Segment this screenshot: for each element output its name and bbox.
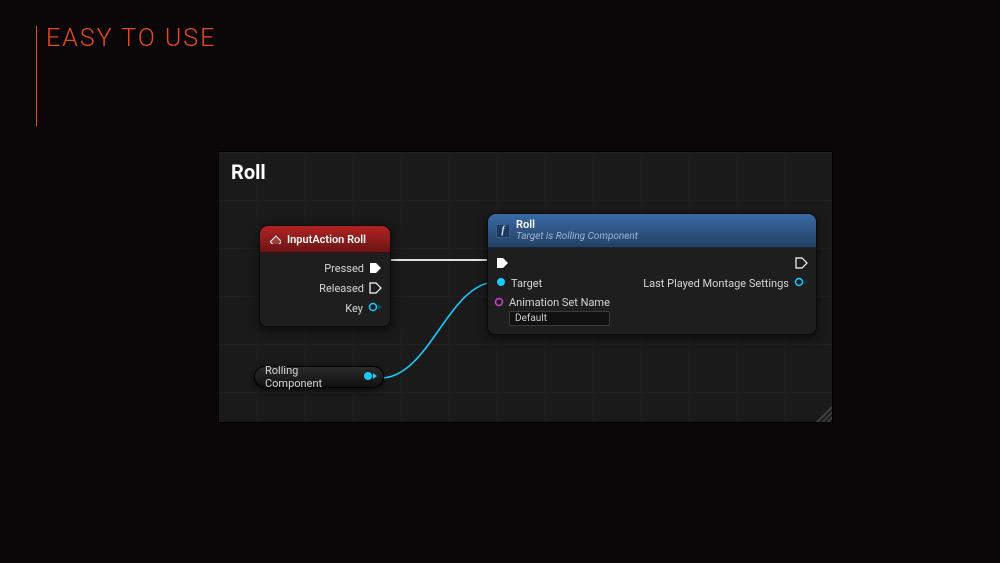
variable-label: Rolling Component xyxy=(265,364,357,390)
pin-last-played[interactable]: Last Played Montage Settings xyxy=(628,273,808,293)
pin-label: Target xyxy=(511,277,542,290)
pin-label: Last Played Montage Settings xyxy=(643,277,789,290)
pin-target[interactable]: Target xyxy=(496,273,628,293)
exec-out-icon xyxy=(369,282,382,294)
object-in-icon xyxy=(496,277,506,290)
function-icon: f xyxy=(496,224,510,238)
node-title: InputAction Roll xyxy=(287,233,366,246)
graph-title: Roll xyxy=(231,160,266,184)
node-header[interactable]: f Roll Target is Rolling Component xyxy=(488,214,816,248)
blueprint-graph-viewport[interactable]: Roll InputAction Roll Pressed Releas xyxy=(218,151,833,423)
pin-exec-out[interactable] xyxy=(628,253,808,273)
slide-title: EASY TO USE xyxy=(46,24,216,53)
pin-label: Animation Set Name xyxy=(509,296,610,309)
object-out-icon xyxy=(363,371,377,384)
pin-label: Pressed xyxy=(324,262,364,275)
pin-label: Released xyxy=(319,282,364,295)
data-out-icon xyxy=(368,302,382,315)
name-in-icon xyxy=(494,297,504,310)
node-body: Pressed Released Key xyxy=(260,253,390,326)
accent-line xyxy=(36,26,37,126)
struct-out-icon xyxy=(794,277,808,290)
exec-out-icon xyxy=(795,257,808,269)
exec-in-icon xyxy=(496,257,509,269)
pin-label: Key xyxy=(345,302,363,315)
pin-exec-in[interactable] xyxy=(496,253,628,273)
node-header[interactable]: InputAction Roll xyxy=(260,226,390,253)
node-roll-function[interactable]: f Roll Target is Rolling Component Targe… xyxy=(487,213,817,335)
node-variable-rolling-component[interactable]: Rolling Component xyxy=(254,366,384,388)
pin-released[interactable]: Released xyxy=(268,278,382,298)
event-icon xyxy=(268,231,281,247)
pin-pressed[interactable]: Pressed xyxy=(268,258,382,278)
node-subtitle: Target is Rolling Component xyxy=(516,231,638,242)
resize-handle-icon[interactable] xyxy=(816,406,832,422)
node-title: Roll xyxy=(516,219,638,231)
pin-key[interactable]: Key xyxy=(268,298,382,318)
pin-anim-set-name[interactable]: Animation Set Name Default xyxy=(494,296,628,326)
exec-out-icon xyxy=(369,262,382,274)
param-default-value[interactable]: Default xyxy=(509,311,610,326)
node-body: Target Animation Set Name Default xyxy=(488,248,816,334)
node-input-action[interactable]: InputAction Roll Pressed Released Key xyxy=(259,225,391,327)
